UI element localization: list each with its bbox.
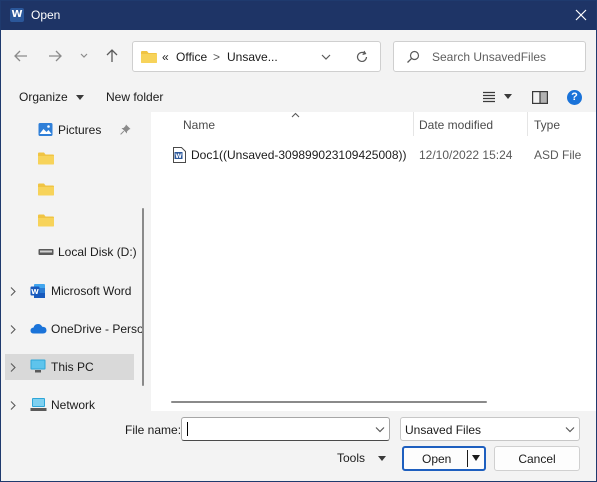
file-row[interactable]: W Doc1((Unsaved-309899023109425008)) 12/… xyxy=(151,144,596,166)
drive-icon xyxy=(38,249,54,255)
nav-item-pictures[interactable]: Pictures xyxy=(1,117,141,143)
arrow-right-icon xyxy=(49,50,62,62)
up-button[interactable] xyxy=(103,47,123,67)
caret-down-icon xyxy=(76,95,85,100)
help-icon[interactable]: ? xyxy=(567,90,582,105)
horizontal-scrollbar[interactable] xyxy=(171,401,487,403)
chevron-down-icon[interactable] xyxy=(321,53,331,61)
column-divider[interactable] xyxy=(413,112,414,136)
caret-down-icon[interactable] xyxy=(472,455,480,461)
open-dialog: W Open « Office > Unsave... Search Unsav… xyxy=(0,0,597,482)
open-button[interactable]: Open xyxy=(402,446,486,471)
nav-item-label: Local Disk (D:) xyxy=(58,245,137,259)
search-box[interactable] xyxy=(393,41,586,72)
chevron-right-icon[interactable] xyxy=(10,325,16,334)
svg-text:W: W xyxy=(175,153,182,160)
preview-pane-icon[interactable] xyxy=(532,91,548,104)
file-name-field[interactable] xyxy=(181,417,390,441)
onedrive-icon xyxy=(30,324,47,334)
nav-item-folder[interactable] xyxy=(1,209,141,235)
address-segment-office[interactable]: Office xyxy=(176,50,207,64)
address-separator[interactable]: > xyxy=(213,50,220,64)
cancel-button-label: Cancel xyxy=(518,452,556,466)
back-button[interactable] xyxy=(12,47,32,67)
recent-locations-button[interactable] xyxy=(78,47,98,67)
search-icon xyxy=(407,50,420,63)
chevron-down-icon[interactable] xyxy=(375,426,385,433)
pin-icon[interactable] xyxy=(120,124,131,135)
view-options-icon[interactable] xyxy=(482,91,496,103)
pictures-icon xyxy=(38,123,53,136)
new-folder-button[interactable]: New folder xyxy=(106,90,163,104)
search-input[interactable] xyxy=(432,49,580,65)
refresh-icon[interactable] xyxy=(355,50,369,64)
folder-icon xyxy=(38,183,54,196)
column-divider[interactable] xyxy=(527,112,528,136)
arrow-left-icon xyxy=(14,50,27,62)
nav-item-folder[interactable] xyxy=(1,147,141,173)
nav-item-label: OneDrive - Perso xyxy=(51,322,144,336)
word-icon: W xyxy=(30,284,45,298)
navigation-pane-scrollbar[interactable] xyxy=(142,208,144,386)
chevron-down-icon xyxy=(565,427,575,433)
nav-item-label: Pictures xyxy=(58,123,102,137)
address-overflow[interactable]: « xyxy=(162,50,169,64)
chevron-right-icon[interactable] xyxy=(10,363,16,372)
column-header-name[interactable]: Name xyxy=(183,118,215,132)
address-bar[interactable]: « Office > Unsave... xyxy=(132,41,381,72)
chevron-right-icon[interactable] xyxy=(10,401,16,410)
file-name-input[interactable] xyxy=(186,421,366,437)
open-button-label: Open xyxy=(422,452,452,466)
sort-ascending-icon xyxy=(291,112,300,118)
file-type: ASD File xyxy=(534,148,582,162)
network-icon xyxy=(30,398,47,411)
tools-button[interactable]: Tools xyxy=(337,451,365,465)
nav-item-label: Network xyxy=(51,398,96,411)
navigation-bar: « Office > Unsave... xyxy=(1,30,596,84)
close-icon xyxy=(575,9,587,21)
file-name: Doc1((Unsaved-309899023109425008)) xyxy=(191,148,407,162)
nav-item-onedrive[interactable]: OneDrive - Perso xyxy=(1,316,144,342)
caret-down-icon[interactable] xyxy=(504,94,512,99)
folder-icon xyxy=(38,152,54,165)
forward-button[interactable] xyxy=(46,47,66,67)
file-type-selected: Unsaved Files xyxy=(405,423,482,437)
title-bar: W Open xyxy=(1,1,596,30)
file-name-label: File name: xyxy=(125,423,182,437)
svg-text:W: W xyxy=(31,288,39,296)
organize-label: Organize xyxy=(19,90,68,104)
nav-item-this-pc[interactable]: This PC xyxy=(5,354,134,380)
nav-item-folder[interactable] xyxy=(1,178,141,204)
chevron-right-icon[interactable] xyxy=(10,287,16,296)
command-bar: Organize New folder ? xyxy=(1,84,596,112)
window-title: Open xyxy=(31,8,61,22)
nav-item-label: Microsoft Word xyxy=(51,284,132,298)
text-cursor xyxy=(187,422,188,436)
dialog-footer: File name: Unsaved Files Tools Open Canc… xyxy=(1,411,596,481)
folder-icon xyxy=(141,51,157,63)
column-header-date-modified[interactable]: Date modified xyxy=(419,118,493,132)
split-divider xyxy=(467,450,468,467)
navigation-pane: Pictures Local Disk (D:) W Microsoft Wor… xyxy=(1,112,149,411)
close-button[interactable] xyxy=(566,1,596,30)
arrow-up-icon xyxy=(106,49,118,62)
this-pc-icon xyxy=(30,359,46,373)
word-document-icon: W xyxy=(173,147,186,163)
column-header-type[interactable]: Type xyxy=(534,118,560,132)
folder-icon xyxy=(38,214,54,227)
nav-item-microsoft-word[interactable]: W Microsoft Word xyxy=(1,278,141,304)
nav-item-network[interactable]: Network xyxy=(1,392,141,411)
nav-item-local-disk[interactable]: Local Disk (D:) xyxy=(1,239,141,265)
chevron-down-icon xyxy=(80,53,88,58)
file-type-select[interactable]: Unsaved Files xyxy=(400,417,580,441)
nav-item-label: This PC xyxy=(51,360,94,374)
organize-button[interactable]: Organize xyxy=(19,90,85,104)
file-list: Name Date modified Type W Doc1((Unsaved-… xyxy=(151,112,596,411)
address-segment-unsaved[interactable]: Unsave... xyxy=(227,50,278,64)
word-app-icon: W xyxy=(10,8,24,22)
cancel-button[interactable]: Cancel xyxy=(494,446,580,471)
caret-down-icon[interactable] xyxy=(378,456,386,461)
file-date-modified: 12/10/2022 15:24 xyxy=(419,148,513,162)
